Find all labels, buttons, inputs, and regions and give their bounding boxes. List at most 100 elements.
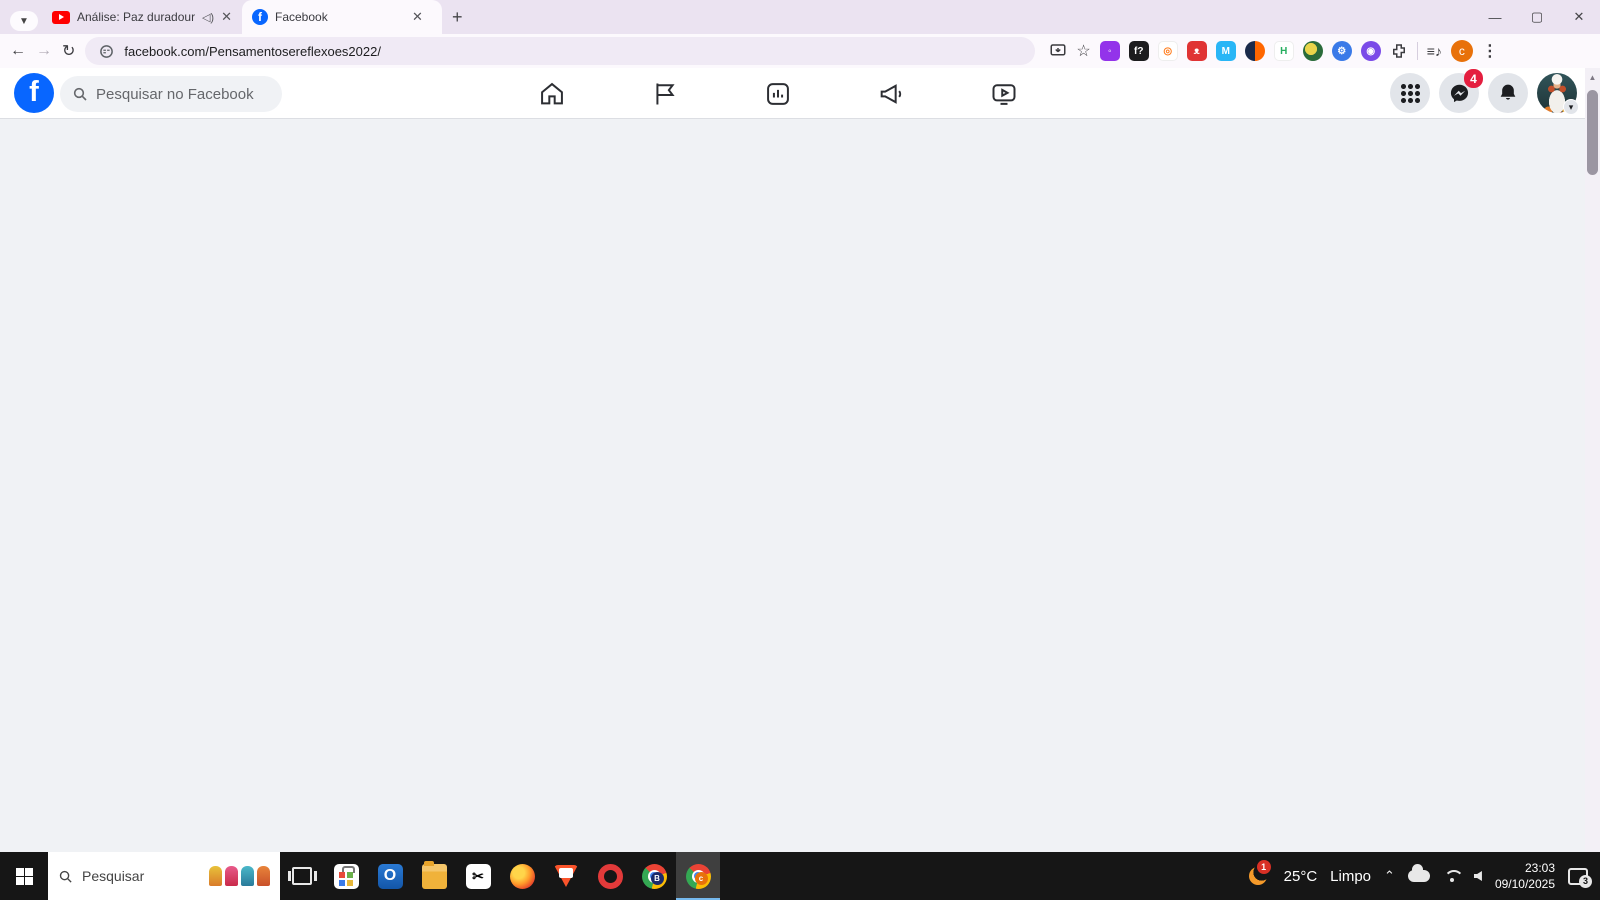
ext-icon-5[interactable]: M (1215, 41, 1236, 61)
tab-close-icon[interactable]: ✕ (221, 9, 232, 25)
volume-icon[interactable] (1473, 871, 1482, 881)
chrome-profile-badge: c (694, 871, 708, 885)
chrome-active-button[interactable]: c (676, 852, 720, 900)
url-text: facebook.com/Pensamentosereflexoes2022/ (124, 43, 381, 59)
video-icon[interactable] (990, 80, 1018, 108)
tab-search-chevron-icon[interactable]: ▼ (10, 11, 38, 31)
back-button[interactable]: ← (10, 42, 26, 60)
start-button[interactable] (0, 852, 48, 900)
windows-logo-icon (15, 867, 33, 885)
chrome-icon: c (685, 863, 711, 889)
apps-menu-button[interactable] (1390, 73, 1430, 113)
facebook-search[interactable]: Pesquisar no Facebook (60, 76, 282, 112)
facebook-page: f Pesquisar no Facebook 4 ▾ (0, 68, 1585, 852)
maximize-button[interactable]: ▢ (1516, 0, 1558, 34)
apps-grid-icon (1400, 83, 1420, 103)
ad-center-megaphone-icon[interactable] (877, 80, 905, 108)
account-chevron-icon: ▾ (1563, 99, 1579, 115)
taskbar-search[interactable]: Pesquisar (48, 852, 280, 900)
address-bar[interactable]: facebook.com/Pensamentosereflexoes2022/ (85, 37, 1036, 65)
facebook-logo[interactable]: f (14, 73, 54, 113)
youtube-favicon (52, 10, 70, 24)
outlook-icon: O (377, 863, 403, 889)
facebook-top-nav: f Pesquisar no Facebook 4 ▾ (0, 68, 1585, 119)
window-controls: — ▢ ✕ (1474, 0, 1600, 34)
browser-tab-strip: ▼ Análise: Paz duradoura em ◁) ✕ f Faceb… (0, 0, 1600, 34)
home-icon[interactable] (538, 80, 566, 108)
notification-badge: 3 (1579, 874, 1592, 888)
close-button[interactable]: ✕ (1558, 0, 1600, 34)
browser-profile-avatar[interactable]: c (1450, 40, 1473, 62)
notifications-button[interactable] (1488, 73, 1528, 113)
date: 09/10/2025 (1494, 877, 1555, 891)
scrollbar-up-arrow[interactable]: ▲ (1585, 68, 1600, 82)
reload-button[interactable]: ↻ (62, 41, 75, 61)
ext-icon-2[interactable]: f? (1128, 41, 1149, 61)
ext-icon-9[interactable]: ⚙ (1331, 41, 1352, 61)
brave-icon (554, 865, 578, 887)
microsoft-store-button[interactable] (324, 852, 368, 900)
weather-icon[interactable]: 1 (1247, 860, 1271, 888)
tab-facebook[interactable]: f Facebook ✕ (242, 0, 442, 34)
ext-icon-10[interactable]: ◉ (1360, 41, 1381, 61)
outlook-button[interactable]: O (368, 852, 412, 900)
professional-dashboard-icon[interactable] (764, 80, 792, 108)
tab-youtube[interactable]: Análise: Paz duradoura em ◁) ✕ (42, 0, 242, 34)
pages-flag-icon[interactable] (651, 80, 679, 108)
chrome-profile-badge: B (650, 871, 664, 885)
browser-scrollbar[interactable]: ▲ (1585, 68, 1600, 852)
scrollbar-thumb[interactable] (1587, 90, 1598, 175)
task-view-button[interactable] (280, 852, 324, 900)
search-highlights-icon[interactable] (209, 866, 270, 886)
onedrive-cloud-icon[interactable] (1407, 864, 1430, 882)
account-avatar[interactable]: ▾ (1537, 73, 1579, 115)
task-view-icon (288, 867, 312, 885)
folder-icon (421, 860, 447, 889)
new-tab-button[interactable]: + (452, 7, 463, 28)
search-placeholder: Pesquisar no Facebook (96, 85, 254, 103)
ext-icon-6[interactable] (1244, 41, 1265, 61)
wifi-icon[interactable] (1443, 869, 1461, 883)
forward-button[interactable]: → (36, 42, 52, 60)
tab-groups-icon[interactable]: ≡♪ (1427, 43, 1442, 59)
search-icon (73, 87, 87, 101)
chrome-icon: B (641, 863, 667, 889)
minimize-button[interactable]: — (1474, 0, 1516, 34)
ext-icon-8[interactable] (1302, 41, 1323, 61)
store-icon (333, 863, 359, 889)
taskbar-clock[interactable]: 23:03 09/10/2025 (1495, 860, 1555, 892)
tab-title: Análise: Paz duradoura em (77, 10, 195, 24)
file-explorer-button[interactable] (412, 852, 456, 900)
opera-icon (597, 863, 623, 889)
weather-badge: 1 (1256, 860, 1271, 874)
notification-center-button[interactable]: 3 (1568, 867, 1592, 888)
weather-temp[interactable]: 25°C (1284, 868, 1318, 885)
extensions-puzzle-icon[interactable] (1390, 42, 1408, 60)
ext-icon-1[interactable]: ◦ (1099, 41, 1120, 61)
tab-close-icon[interactable]: ✕ (412, 9, 423, 25)
tab-audio-icon[interactable]: ◁) (202, 11, 214, 24)
install-icon[interactable] (1049, 42, 1067, 60)
hidden-icons-chevron[interactable]: ⌃ (1384, 868, 1395, 884)
brave-button[interactable] (544, 852, 588, 900)
weather-condition[interactable]: Limpo (1330, 868, 1371, 885)
tab-title: Facebook (275, 10, 328, 24)
capcut-button[interactable]: ✂ (456, 852, 500, 900)
messenger-button[interactable]: 4 (1439, 69, 1483, 113)
facebook-favicon: f (252, 9, 268, 25)
bookmark-star-icon[interactable]: ☆ (1076, 41, 1090, 61)
site-info-icon[interactable] (99, 44, 114, 59)
opera-button[interactable] (588, 852, 632, 900)
bell-icon (1500, 84, 1516, 100)
browser-toolbar: ← → ↻ facebook.com/Pensamentosereflexoes… (0, 34, 1600, 68)
browser-menu-icon[interactable]: ⋮ (1482, 41, 1498, 61)
taskbar-search-placeholder: Pesquisar (82, 868, 145, 884)
search-icon (59, 870, 72, 883)
chrome-profile2-button[interactable]: B (632, 852, 676, 900)
nav-center-icons (538, 68, 1018, 119)
ext-icon-4[interactable]: ᴥ (1186, 41, 1207, 61)
ext-icon-3[interactable]: ◎ (1157, 41, 1178, 61)
firefox-icon (509, 863, 535, 889)
firefox-button[interactable] (500, 852, 544, 900)
ext-icon-7[interactable]: H (1273, 41, 1294, 61)
